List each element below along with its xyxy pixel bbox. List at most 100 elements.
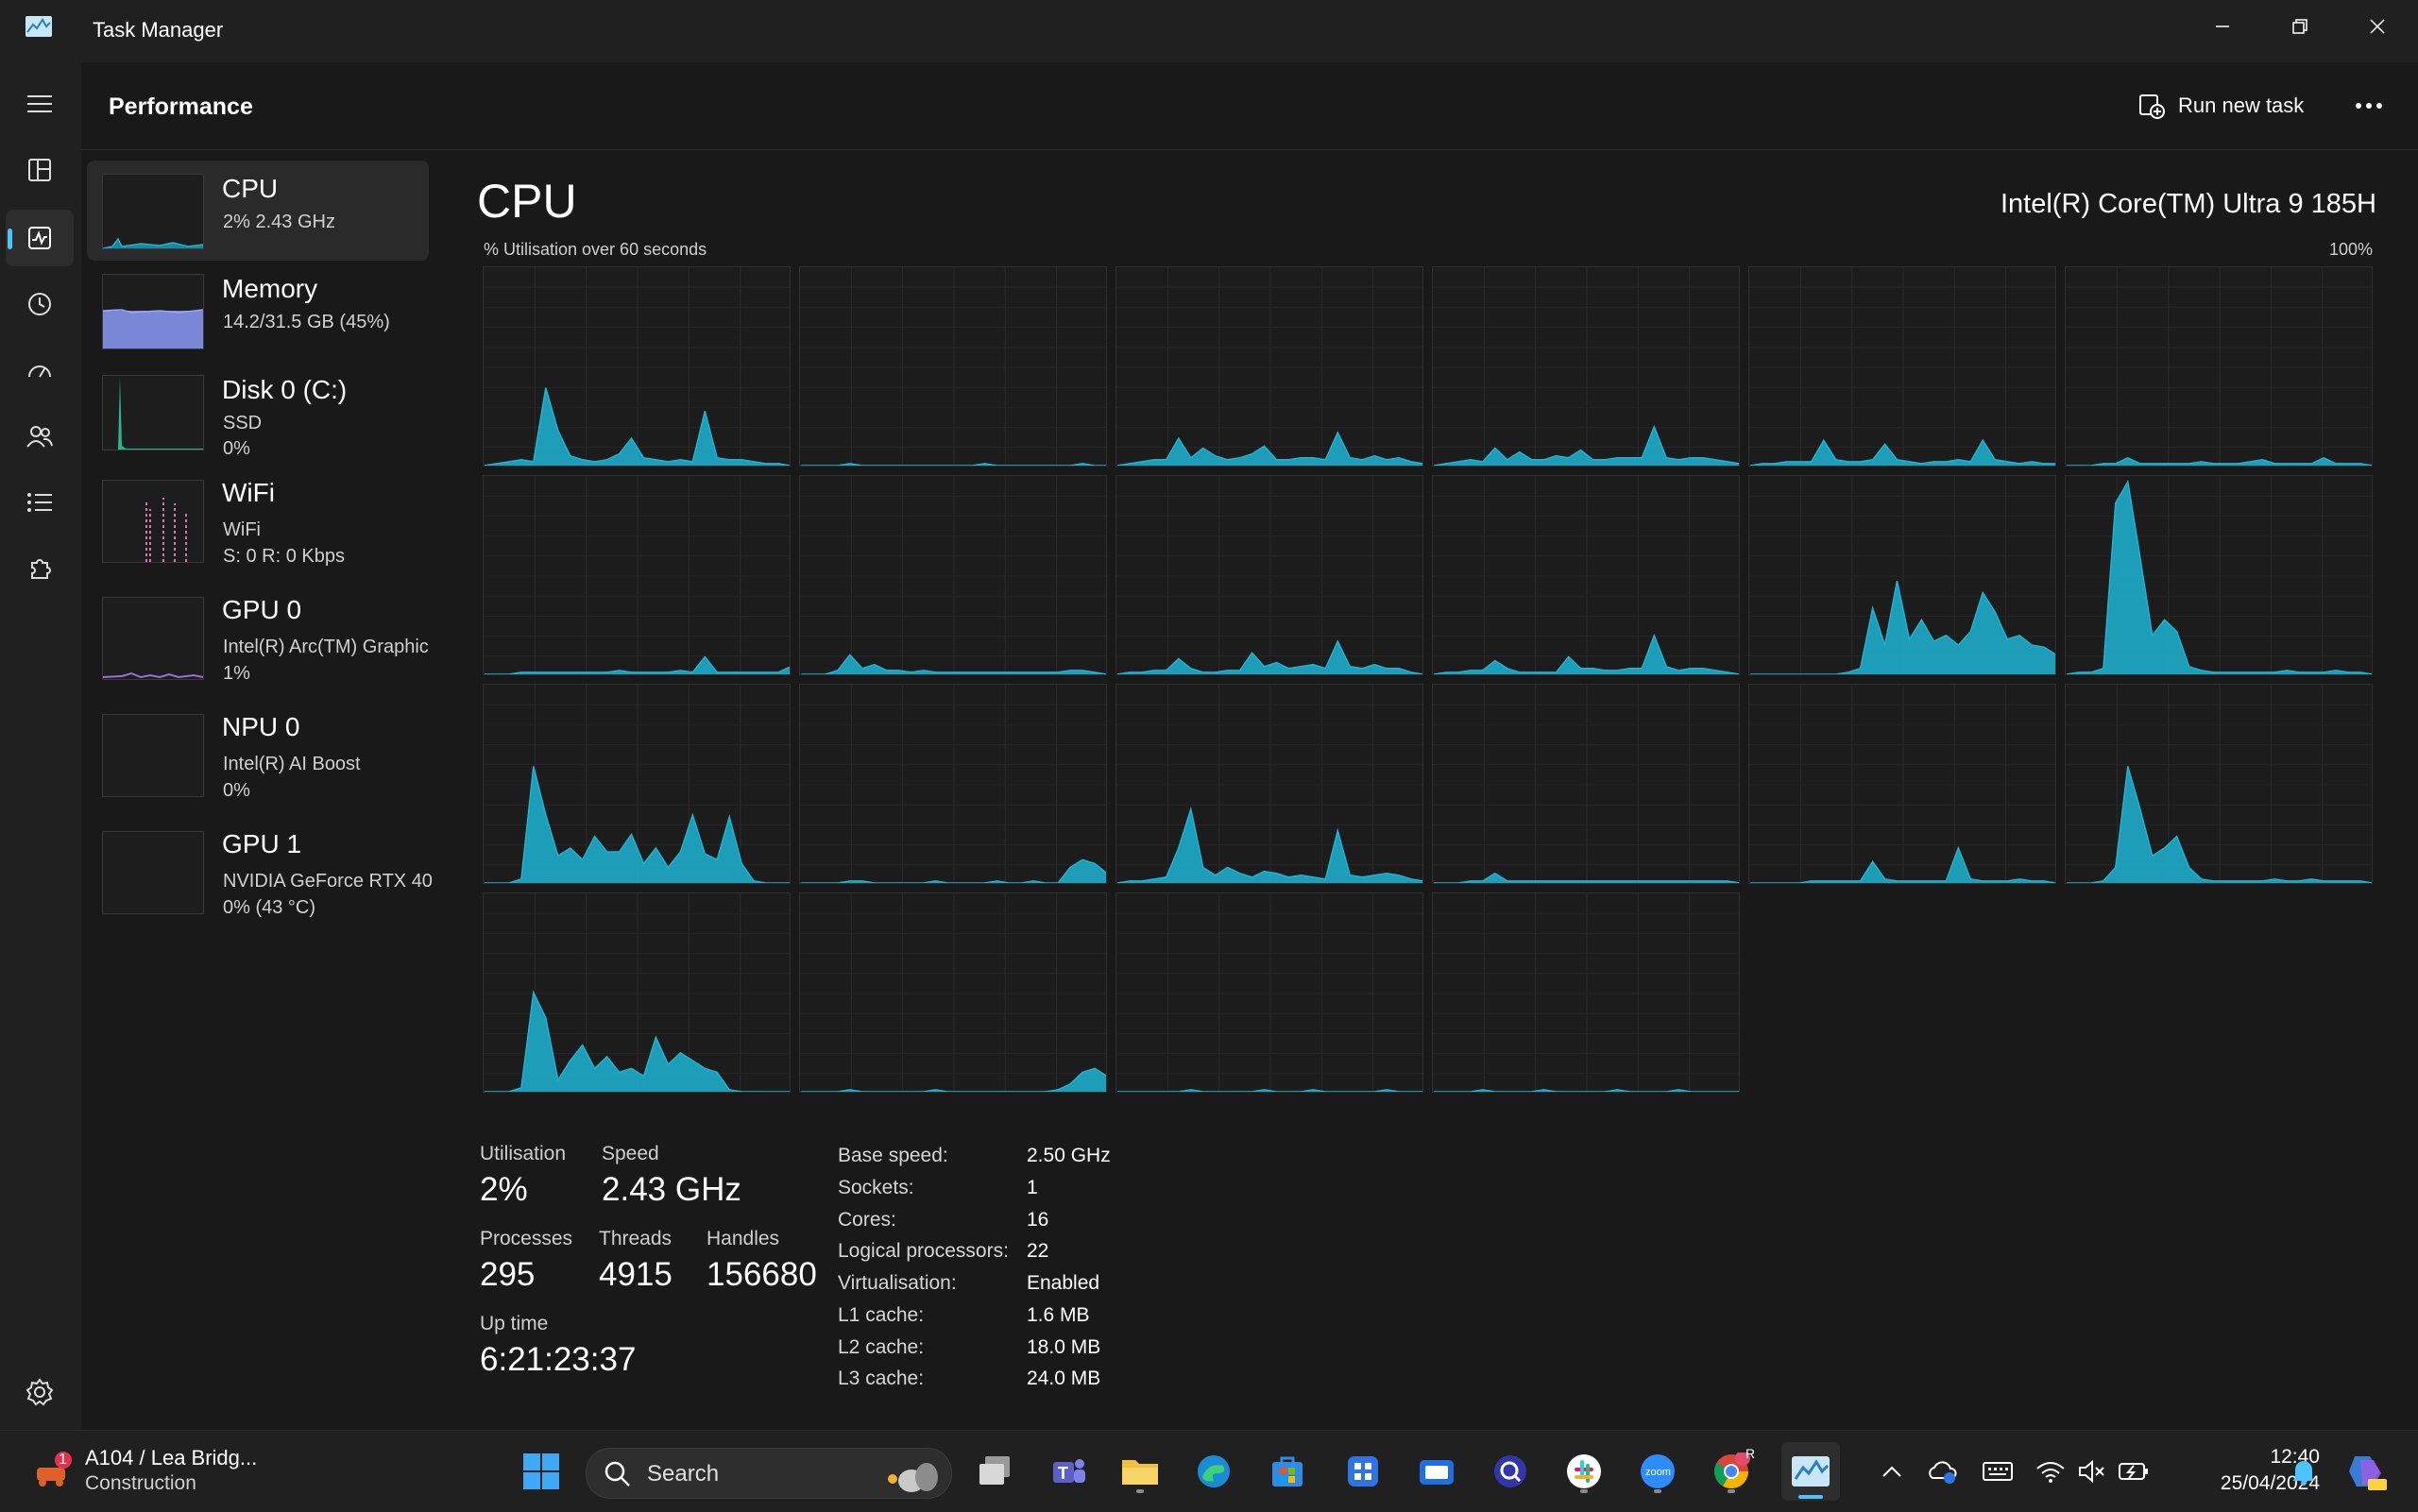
nav-app-history[interactable] xyxy=(6,276,74,332)
task-manager-taskbar-button[interactable] xyxy=(1781,1442,1840,1501)
taskbar-search-box[interactable]: Search xyxy=(586,1448,952,1499)
nav-services[interactable] xyxy=(6,540,74,597)
keyboard-icon xyxy=(1983,1462,2013,1481)
wifi-tray-button[interactable] xyxy=(2027,1448,2074,1495)
chrome-icon xyxy=(1713,1453,1750,1489)
more-options-button[interactable] xyxy=(2342,83,2395,128)
volume-tray-button[interactable] xyxy=(2069,1448,2116,1495)
graph-canvas xyxy=(1116,893,1422,1092)
resource-detail: WiFi xyxy=(223,519,261,540)
logical-processor-graph xyxy=(483,475,791,675)
close-icon xyxy=(2370,19,2385,34)
nav-performance[interactable] xyxy=(6,210,74,266)
logical-processor-graph xyxy=(2065,475,2373,675)
logical-processor-graph xyxy=(799,475,1107,675)
logical-processor-graphs xyxy=(483,266,2375,1096)
search-icon xyxy=(604,1461,630,1487)
outlook-button[interactable] xyxy=(1413,1448,1460,1495)
logical-processor-graph xyxy=(1432,892,1740,1093)
users-icon xyxy=(26,426,53,448)
close-button[interactable] xyxy=(2339,0,2416,53)
zoom-button[interactable]: zoom xyxy=(1634,1448,1681,1495)
uptime-value: 6:21:23:37 xyxy=(480,1341,637,1378)
graph-canvas xyxy=(1749,476,2055,674)
spec-label: Sockets: xyxy=(838,1177,914,1198)
logical-processor-graph xyxy=(799,892,1107,1093)
graph-canvas xyxy=(800,476,1106,674)
graph-max-label: 100% xyxy=(2328,240,2373,259)
show-hidden-icons-button[interactable] xyxy=(1868,1448,1916,1495)
page-title: Performance xyxy=(109,93,253,120)
start-button[interactable] xyxy=(518,1448,565,1495)
graph-canvas xyxy=(2066,267,2372,466)
nav-users[interactable] xyxy=(6,408,74,465)
hamburger-menu-button[interactable] xyxy=(6,76,74,132)
battery-tray-button[interactable] xyxy=(2110,1448,2157,1495)
logical-processor-graph xyxy=(1115,266,1423,467)
navigation-rail xyxy=(0,62,81,1430)
resource-detail: 14.2/31.5 GB (45%) xyxy=(223,312,390,332)
spec-label: L3 cache: xyxy=(838,1368,925,1389)
graph-canvas xyxy=(484,685,790,883)
resource-gpu-0[interactable]: GPU 0 Intel(R) Arc(TM) Graphic 1% xyxy=(87,595,429,695)
svg-text:T: T xyxy=(1058,1464,1068,1483)
graph-canvas xyxy=(800,893,1106,1092)
resource-cpu[interactable]: CPU 2% 2.43 GHz xyxy=(87,161,429,261)
restore-icon xyxy=(2292,19,2307,34)
nav-startup-apps[interactable] xyxy=(6,342,74,399)
chrome-button[interactable]: R xyxy=(1708,1446,1755,1495)
uptime-label: Up time xyxy=(480,1313,549,1334)
logical-processor-graph xyxy=(483,266,791,467)
app-launcher-button[interactable] xyxy=(1339,1448,1387,1495)
wifi-thumbnail-graph xyxy=(102,480,204,563)
cpu-thumbnail-graph xyxy=(102,174,204,249)
slack-button[interactable] xyxy=(1560,1448,1608,1495)
history-icon xyxy=(28,293,51,315)
logical-processor-graph xyxy=(1432,475,1740,675)
restore-button[interactable] xyxy=(2261,0,2339,53)
taskbar: 1 A104 / Lea Bridg... Construction Searc… xyxy=(0,1430,2418,1512)
run-new-task-button[interactable]: Run new task xyxy=(2138,85,2304,127)
running-indicator xyxy=(1654,1489,1661,1493)
widget-subtitle: Construction xyxy=(85,1472,196,1494)
settings-button[interactable] xyxy=(23,1375,57,1409)
notifications-button[interactable] xyxy=(2280,1448,2327,1495)
hamburger-icon xyxy=(27,95,52,112)
onedrive-tray-button[interactable] xyxy=(1919,1448,1967,1495)
minimize-button[interactable] xyxy=(2184,0,2261,53)
resource-detail: 2% 2.43 GHz xyxy=(223,212,335,232)
resource-detail: 1% xyxy=(223,663,250,684)
graph-canvas xyxy=(484,267,790,466)
teams-button[interactable]: T xyxy=(1045,1448,1092,1495)
gear-icon xyxy=(26,1378,54,1406)
copilot-button[interactable] xyxy=(2342,1448,2390,1495)
resource-npu-0[interactable]: NPU 0 Intel(R) AI Boost 0% xyxy=(87,712,429,812)
resource-detail: 0% xyxy=(223,780,250,801)
task-view-button[interactable] xyxy=(971,1448,1018,1495)
npu-thumbnail-graph xyxy=(102,714,204,797)
edge-button[interactable] xyxy=(1190,1448,1237,1495)
spec-value: 1.6 MB xyxy=(1027,1304,1090,1326)
resource-detail: 0% xyxy=(223,438,250,459)
file-explorer-button[interactable] xyxy=(1116,1448,1164,1495)
resource-wifi[interactable]: WiFi WiFi S: 0 R: 0 Kbps xyxy=(87,478,429,578)
active-indicator xyxy=(1798,1495,1823,1499)
resource-name: CPU xyxy=(222,174,279,203)
logical-processor-graph xyxy=(483,892,791,1093)
nav-processes[interactable] xyxy=(6,142,74,198)
search-app-button[interactable] xyxy=(1487,1448,1534,1495)
slack-icon xyxy=(1567,1454,1601,1488)
keyboard-tray-button[interactable] xyxy=(1974,1448,2021,1495)
teams-icon: T xyxy=(1053,1459,1085,1483)
weather-widget-button[interactable]: 1 xyxy=(28,1448,76,1495)
logical-processor-graph xyxy=(1748,266,2056,467)
resource-gpu-1[interactable]: GPU 1 NVIDIA GeForce RTX 40 0% (43 °C) xyxy=(87,829,433,929)
cloud-info-icon xyxy=(1929,1461,1957,1484)
resource-memory[interactable]: Memory 14.2/31.5 GB (45%) xyxy=(87,261,429,361)
resource-disk-0[interactable]: Disk 0 (C:) SSD 0% xyxy=(87,362,429,462)
microsoft-store-button[interactable] xyxy=(1264,1448,1311,1495)
spec-label: Virtualisation: xyxy=(838,1272,957,1294)
nav-details[interactable] xyxy=(6,474,74,531)
logical-processor-graph xyxy=(799,684,1107,884)
spec-value: 1 xyxy=(1027,1177,1038,1198)
